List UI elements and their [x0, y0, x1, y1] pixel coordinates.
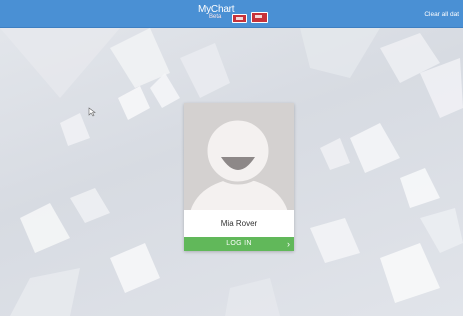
login-button-label: LOG IN: [226, 240, 252, 247]
badge-icon: [232, 14, 247, 23]
mouse-cursor-icon: [88, 107, 96, 117]
badge-icon: [251, 12, 268, 23]
login-button[interactable]: LOG IN ›: [184, 237, 294, 251]
chevron-right-icon: ›: [287, 239, 290, 249]
default-person-avatar-icon: [190, 117, 288, 210]
login-screen: MyChart Beta Clear all dat Mia Rover LOG…: [0, 0, 463, 316]
clear-all-data-link[interactable]: Clear all dat: [424, 11, 459, 18]
avatar: [184, 103, 294, 210]
brand-subtitle: Beta: [209, 14, 222, 20]
brand-logo: MyChart Beta: [198, 3, 278, 25]
login-card: Mia Rover LOG IN ›: [184, 103, 294, 251]
user-name: Mia Rover: [220, 219, 258, 228]
top-bar: MyChart Beta Clear all dat: [0, 0, 463, 28]
